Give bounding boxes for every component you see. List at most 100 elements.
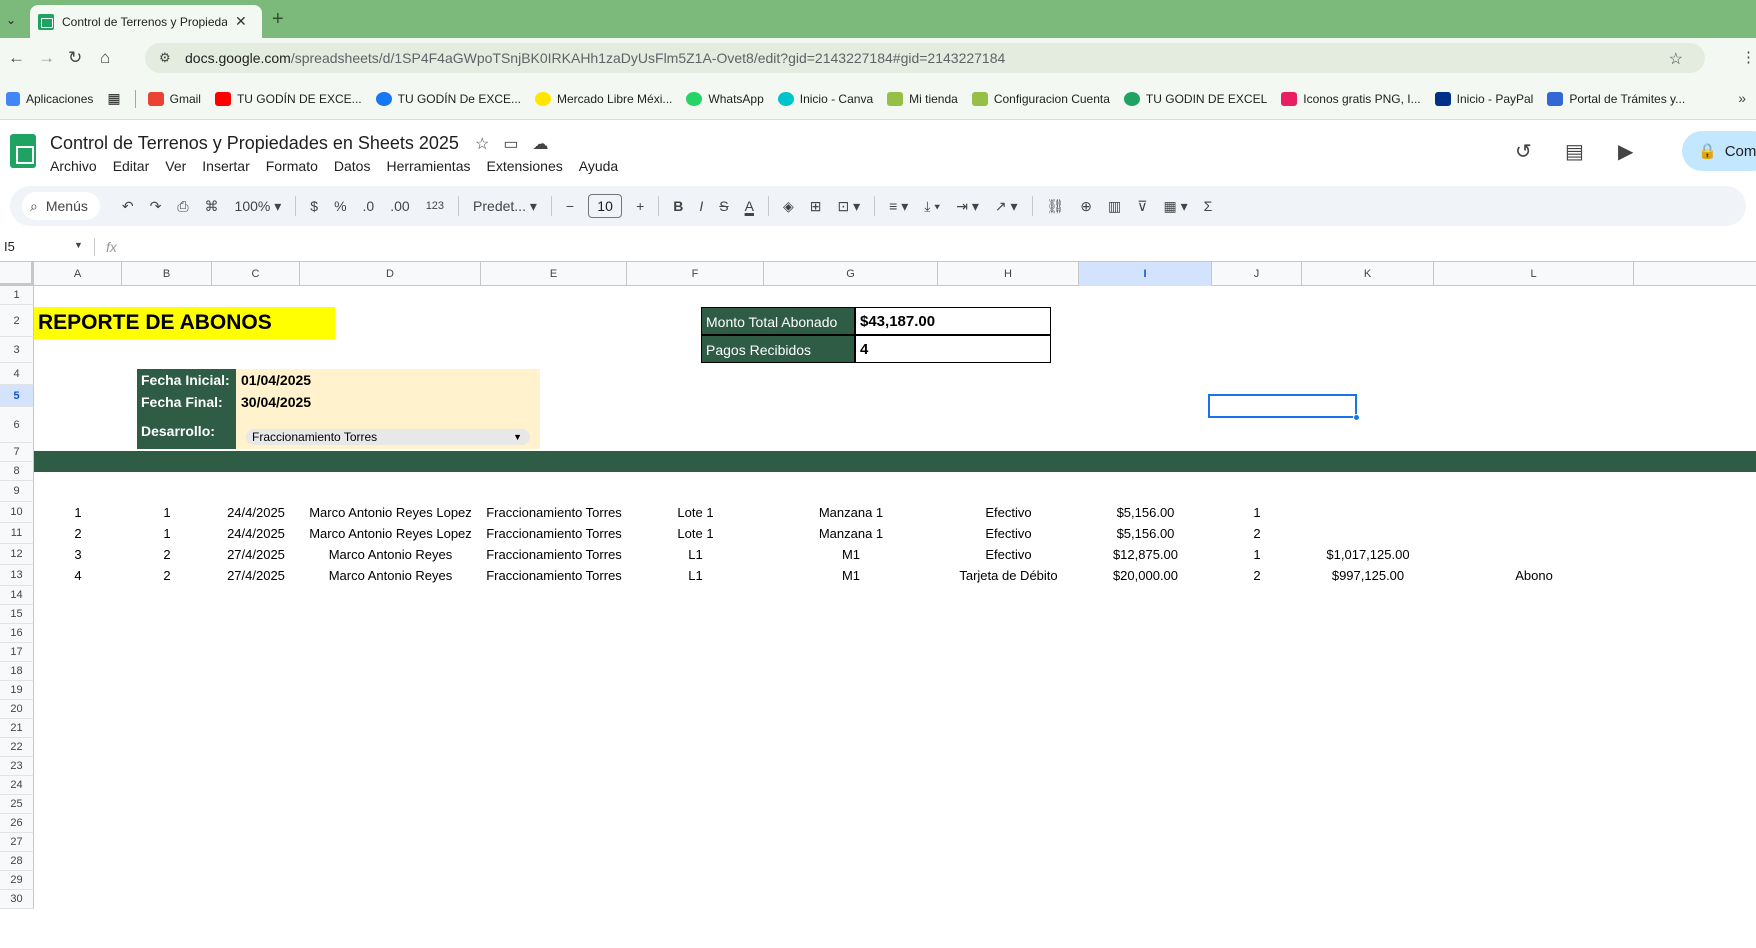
sheets-logo-icon[interactable] <box>10 134 36 168</box>
row-header-22[interactable]: 22 <box>0 738 34 757</box>
menu-formato[interactable]: Formato <box>266 158 318 174</box>
table-cell[interactable]: Efectivo <box>938 502 1079 523</box>
table-cell[interactable]: 2 <box>34 523 122 544</box>
table-cell[interactable]: $1,017,125.00 <box>1302 544 1434 565</box>
column-header-d[interactable]: D <box>300 262 481 286</box>
cloud-status-icon[interactable]: ☁ <box>532 136 562 153</box>
table-cell[interactable]: 2 <box>1212 565 1302 586</box>
number-format-button[interactable]: 123 <box>426 200 444 212</box>
row-header-16[interactable]: 16 <box>0 624 34 643</box>
meet-icon[interactable]: ▶ <box>1618 139 1633 164</box>
row-header-5[interactable]: 5 <box>0 385 34 407</box>
row-header-9[interactable]: 9 <box>0 481 34 502</box>
bookmark-item[interactable]: TU GODIN DE EXCEL <box>1123 91 1267 106</box>
bookmark-item[interactable]: Portal de Trámites y... <box>1547 91 1685 106</box>
table-cell[interactable]: L1 <box>627 544 764 565</box>
table-header-cell[interactable]: Folio Abono <box>34 481 122 502</box>
column-header-b[interactable]: B <box>122 262 212 286</box>
column-header-a[interactable]: A <box>34 262 122 286</box>
insert-comment-icon[interactable]: ⊕ <box>1080 198 1092 215</box>
bold-button[interactable]: B <box>673 198 683 214</box>
star-icon[interactable]: ☆ <box>475 136 503 153</box>
omnibox[interactable]: ⚙ docs.google.com/spreadsheets/d/1SP4F4a… <box>145 43 1705 73</box>
table-cell[interactable]: Efectivo <box>938 544 1079 565</box>
table-cell[interactable] <box>1434 523 1634 544</box>
reload-icon[interactable]: ↻ <box>68 48 82 68</box>
fecha-final-label[interactable]: Fecha Final: <box>137 391 236 413</box>
text-rotation-icon[interactable]: ↗ ▾ <box>995 198 1018 215</box>
move-folder-icon[interactable]: ▭ <box>503 136 532 153</box>
column-header-k[interactable]: K <box>1302 262 1434 286</box>
text-color-button[interactable]: A <box>745 198 754 214</box>
forward-icon[interactable]: → <box>38 48 55 68</box>
monto-total-label[interactable]: Monto Total Abonado <box>701 307 855 335</box>
table-cell[interactable]: 1 <box>1212 502 1302 523</box>
font-select[interactable]: Predet... ▾ <box>473 198 537 215</box>
table-cell[interactable]: Lote 1 <box>627 523 764 544</box>
menu-herramientas[interactable]: Herramientas <box>386 158 470 174</box>
column-header-g[interactable]: G <box>764 262 938 286</box>
bookmark-item[interactable]: Iconos gratis PNG, I... <box>1281 91 1421 106</box>
column-header-i[interactable]: I <box>1079 262 1212 286</box>
fecha-inicial-value[interactable]: 01/04/2025 <box>241 369 311 391</box>
bookmark-item[interactable]: WhatsApp <box>686 91 764 106</box>
table-cell[interactable]: Marco Antonio Reyes Lopez <box>300 523 481 544</box>
bookmark-item[interactable]: Configuracion Cuenta <box>971 91 1110 106</box>
row-header-28[interactable]: 28 <box>0 852 34 871</box>
active-cell-selection[interactable] <box>1208 394 1357 418</box>
table-header-cell[interactable]: Lote <box>627 481 764 502</box>
currency-button[interactable]: $ <box>310 198 318 214</box>
undo-icon[interactable]: ↶ <box>122 198 134 215</box>
increase-decimals-button[interactable]: .00 <box>390 198 409 214</box>
row-header-30[interactable]: 30 <box>0 890 34 909</box>
menu-ayuda[interactable]: Ayuda <box>579 158 618 174</box>
row-header-18[interactable]: 18 <box>0 662 34 681</box>
row-header-1[interactable]: 1 <box>0 286 34 305</box>
functions-icon[interactable]: Σ <box>1204 198 1213 214</box>
row-header-13[interactable]: 13 <box>0 565 34 586</box>
menu-datos[interactable]: Datos <box>334 158 371 174</box>
row-header-25[interactable]: 25 <box>0 795 34 814</box>
share-button[interactable]: 🔒 Com <box>1682 131 1756 171</box>
zoom-select[interactable]: 100% ▾ <box>235 198 282 215</box>
decrease-decimals-button[interactable]: .0 <box>363 198 375 214</box>
row-header-11[interactable]: 11 <box>0 523 34 544</box>
table-header-cell[interactable]: Forma Pago <box>938 481 1079 502</box>
tab-search-icon[interactable]: ⌄ <box>0 7 22 33</box>
vertical-align-icon[interactable]: ⤓ ▾ <box>924 198 940 215</box>
strikethrough-button[interactable]: S <box>719 198 728 214</box>
comments-icon[interactable]: ▤ <box>1565 139 1584 164</box>
url-text[interactable]: docs.google.com/spreadsheets/d/1SP4F4aGW… <box>185 50 1005 66</box>
monto-total-value[interactable]: $43,187.00 <box>855 307 1051 335</box>
home-icon[interactable]: ⌂ <box>100 48 110 68</box>
row-header-15[interactable]: 15 <box>0 605 34 624</box>
bookmark-item[interactable]: ▦ <box>107 90 120 107</box>
table-cell[interactable]: 1 <box>122 523 212 544</box>
insert-chart-icon[interactable]: ▥ <box>1108 198 1121 215</box>
row-header-10[interactable]: 10 <box>0 502 34 523</box>
row-header-21[interactable]: 21 <box>0 719 34 738</box>
table-header-cell[interactable]: Folio Contrato <box>122 481 212 502</box>
table-cell[interactable]: Tarjeta de Débito <box>938 565 1079 586</box>
bookmark-item[interactable]: Mercado Libre Méxi... <box>535 91 672 106</box>
table-cell[interactable]: Fraccionamiento Torres <box>481 544 627 565</box>
font-size-input[interactable]: 10 <box>588 194 623 218</box>
bookmark-item[interactable]: Mi tienda <box>887 91 958 106</box>
table-header-cell[interactable]: Plazo Pagado <box>1212 481 1302 502</box>
version-history-icon[interactable]: ↺ <box>1515 139 1532 164</box>
redo-icon[interactable]: ↷ <box>150 198 162 215</box>
row-header-7[interactable]: 7 <box>0 443 34 462</box>
table-header-cell[interactable]: Monto Abonado <box>1079 481 1212 502</box>
table-cell[interactable]: 27/4/2025 <box>212 565 300 586</box>
table-cell[interactable]: $20,000.00 <box>1079 565 1212 586</box>
tab-close-icon[interactable]: ✕ <box>235 13 247 30</box>
table-cell[interactable]: Manzana 1 <box>764 502 938 523</box>
menu-search-box[interactable]: ⌕ Menús <box>22 192 100 220</box>
borders-icon[interactable]: ⊞ <box>810 198 822 215</box>
browser-tab[interactable]: Control de Terrenos y Propiedades ✕ <box>30 5 262 38</box>
bookmark-item[interactable]: TU GODÍN De EXCE... <box>375 91 521 106</box>
table-cell[interactable]: Efectivo <box>938 523 1079 544</box>
row-header-2[interactable]: 2 <box>0 305 34 337</box>
bookmark-star-icon[interactable]: ☆ <box>1669 49 1683 69</box>
column-header-e[interactable]: E <box>481 262 627 286</box>
